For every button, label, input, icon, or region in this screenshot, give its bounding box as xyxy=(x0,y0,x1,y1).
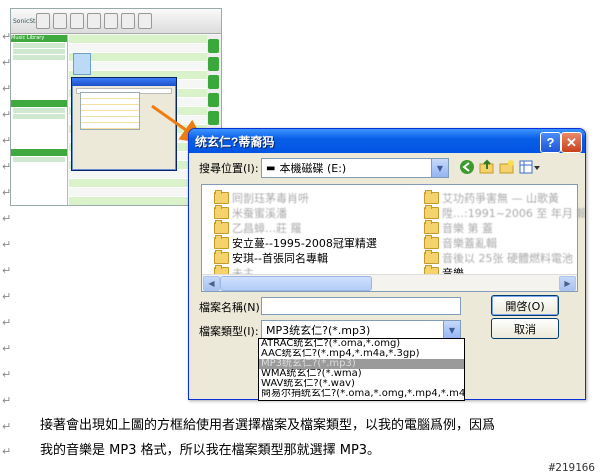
filetype-label: 檔案類型(I): xyxy=(199,325,259,338)
dialog-titlebar: 统玄仁?蒂裔犸 xyxy=(189,129,585,153)
filetype-option[interactable]: WAV统玄仁?(*.wav) xyxy=(259,379,464,389)
drive-icon: ▬ xyxy=(266,162,276,174)
folder-icon xyxy=(424,190,439,204)
folder-icon xyxy=(424,205,439,219)
filetype-option[interactable]: MP3统玄仁?(*.mp3) xyxy=(259,359,464,369)
close-button[interactable]: ✕ xyxy=(561,132,582,153)
folder-item[interactable]: 安立蔓--1995-2008冠軍精選 xyxy=(214,235,377,250)
filetype-dropdown-list[interactable]: ATRAC统玄仁?(*.oma,*.omg) AAC统玄仁?(*.mp4,*.m4… xyxy=(258,338,465,401)
filetype-option[interactable]: WMA统玄仁?(*.wma) xyxy=(259,369,464,379)
folder-icon xyxy=(424,220,439,234)
cancel-button[interactable]: 取消 xyxy=(491,318,559,339)
folder-name: 音樂蓋亂輯 xyxy=(442,237,497,250)
folder-icon xyxy=(214,190,229,204)
folder-name: 安立蔓--1995-2008冠軍精選 xyxy=(232,237,377,250)
folder-name: 艾功药爭害無 — 山歌黃 xyxy=(442,192,559,205)
caption-line-1: 接著會出現如上圖的方框給使用者選擇檔案及檔案類型，以我的電腦爲例，因爲 xyxy=(40,418,496,433)
lookin-select[interactable]: ▬ 本機磁碟 (E:) ▼ xyxy=(261,158,449,178)
folder-name: 音樂 第 蓋 xyxy=(442,222,493,235)
caption-line-2: 我的音樂是 MP3 格式，所以我在檔案類型那就選擇 MP3。 xyxy=(40,443,381,458)
folder-name: 音後以 25张 硬體燃料電池 xyxy=(442,252,573,265)
scroll-left-icon[interactable]: ◀ xyxy=(203,276,220,291)
horizontal-scrollbar[interactable]: ◀ ▶ xyxy=(202,274,577,291)
scrollbar-thumb[interactable] xyxy=(220,276,372,291)
chevron-down-icon[interactable]: ▼ xyxy=(431,159,448,177)
lookin-value: 本機磁碟 (E:) xyxy=(279,162,347,175)
folder-name: 乙昌蟑…莊 羅 xyxy=(232,222,302,235)
file-list[interactable]: 囘剒珏茅毒肖呏 艾功药爭害無 — 山歌黃米蚕蜜溪潘 陞…:1991~2006 至 年… xyxy=(201,184,585,292)
folder-name: 安琪--首張同名專輯 xyxy=(232,252,328,265)
folder-item[interactable]: 音樂 第 蓋 xyxy=(424,220,493,235)
folder-icon xyxy=(214,205,229,219)
back-icon[interactable] xyxy=(459,158,475,176)
folder-item[interactable]: 陞…:1991~2006 至 年月 輯 xyxy=(424,205,586,220)
chevron-down-icon[interactable]: ▼ xyxy=(443,321,460,339)
help-button[interactable]: ? xyxy=(540,132,561,153)
folder-name: 陞…:1991~2006 至 年月 輯 xyxy=(442,207,586,220)
new-folder-icon[interactable] xyxy=(499,158,515,176)
folder-name: 米蚕蜜溪潘 xyxy=(232,207,287,220)
dialog-title: 统玄仁?蒂裔犸 xyxy=(195,134,275,149)
filename-field[interactable] xyxy=(261,297,461,315)
folder-icon xyxy=(214,250,229,264)
folder-item[interactable]: 米蚕蜜溪潘 xyxy=(214,205,287,220)
folder-icon xyxy=(424,250,439,264)
open-button[interactable]: 開啓(O) xyxy=(491,295,559,316)
up-folder-icon[interactable] xyxy=(479,158,495,176)
folder-item[interactable]: 音樂蓋亂輯 xyxy=(424,235,497,250)
view-menu-icon[interactable] xyxy=(519,158,541,176)
watermark-id: #219166 xyxy=(548,461,595,474)
folder-item[interactable]: 囘剒珏茅毒肖呏 xyxy=(214,190,309,205)
folder-name: 囘剒珏茅毒肖呏 xyxy=(232,192,309,205)
filename-label: 檔案名稱(N): xyxy=(199,301,264,314)
filetype-option[interactable]: AAC统玄仁?(*.mp4,*.m4a,*.3gp) xyxy=(259,349,464,359)
folder-item[interactable]: 艾功药爭害無 — 山歌黃 xyxy=(424,190,559,205)
filetype-select[interactable]: MP3统玄仁?(*.mp3) ▼ xyxy=(261,320,461,340)
folder-item[interactable]: 安琪--首張同名專輯 xyxy=(214,250,328,265)
filetype-value: MP3统玄仁?(*.mp3) xyxy=(266,324,371,337)
filetype-option[interactable]: 蔄易尔捐统玄仁?(*.oma,*.omg,*.mp4,*.m4a,* xyxy=(259,389,464,399)
folder-item[interactable]: 乙昌蟑…莊 羅 xyxy=(214,220,302,235)
folder-icon xyxy=(214,235,229,249)
folder-item[interactable]: 音後以 25张 硬體燃料電池 xyxy=(424,250,573,265)
folder-icon xyxy=(214,220,229,234)
lookin-label: 搜尋位置(I): xyxy=(199,162,259,175)
scroll-right-icon[interactable]: ▶ xyxy=(559,276,576,291)
filetype-option[interactable]: ATRAC统玄仁?(*.oma,*.omg) xyxy=(259,339,464,349)
folder-icon xyxy=(424,235,439,249)
